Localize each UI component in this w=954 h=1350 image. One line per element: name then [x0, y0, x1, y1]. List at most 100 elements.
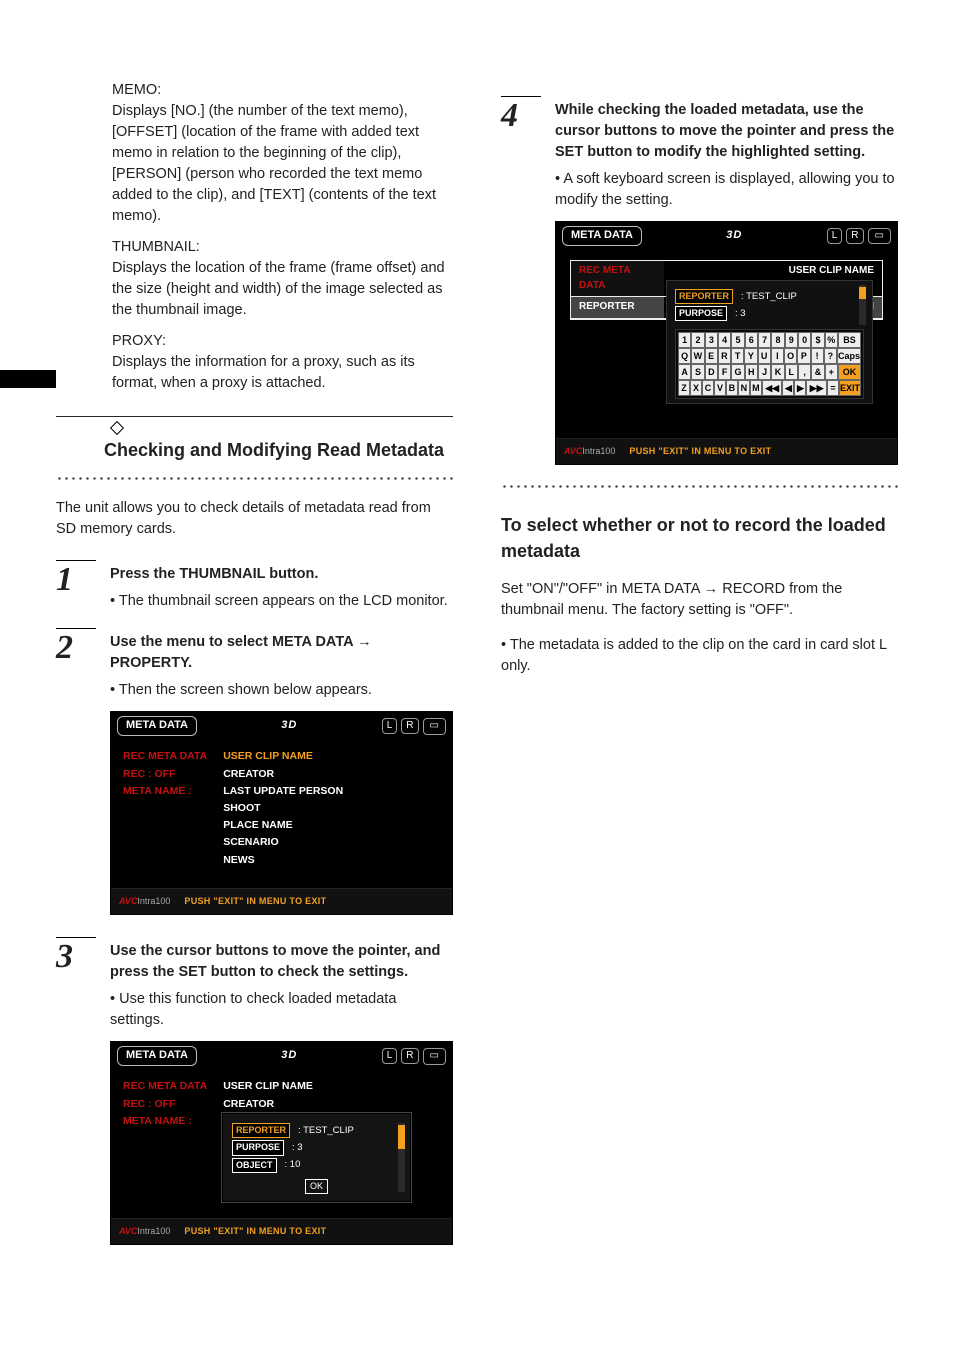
- kbd-purpose-field[interactable]: PURPOSE: [675, 306, 727, 321]
- kbd-key[interactable]: 7: [758, 332, 771, 348]
- kbd-key[interactable]: F: [718, 364, 731, 380]
- kbd-key[interactable]: K: [771, 364, 784, 380]
- footer-msg: PUSH "EXIT" IN MENU TO EXIT: [184, 895, 326, 908]
- kbd-key[interactable]: Q: [678, 348, 691, 364]
- pill-r: R: [846, 228, 863, 244]
- kbd-key[interactable]: T: [731, 348, 744, 364]
- kbd-key[interactable]: ▶: [794, 380, 806, 396]
- kbd-key[interactable]: 5: [731, 332, 744, 348]
- row-rec-off: REC : OFF: [121, 766, 221, 783]
- screen-title: META DATA: [117, 1046, 197, 1066]
- row-news: NEWS: [221, 852, 345, 869]
- kbd-key[interactable]: L: [785, 364, 798, 380]
- soft-keyboard-screen: META DATA 3D L R ▭ REC META DATA USER: [555, 221, 898, 465]
- kbd-key[interactable]: 4: [718, 332, 731, 348]
- kbd-key[interactable]: %: [825, 332, 838, 348]
- kbd-key[interactable]: 3: [705, 332, 718, 348]
- kbd-key[interactable]: D: [705, 364, 718, 380]
- screen-title: META DATA: [562, 226, 642, 246]
- kbd-key[interactable]: N: [738, 380, 750, 396]
- kbd-key[interactable]: B: [726, 380, 738, 396]
- memo-block: MEMO: Displays [NO.] (the number of the …: [56, 80, 453, 394]
- avcintra-logo: AVCIntra100: [119, 895, 170, 908]
- kbd-key[interactable]: OK: [838, 364, 861, 380]
- step-4-bullet: A soft keyboard screen is displayed, all…: [555, 169, 898, 211]
- kbd-key[interactable]: O: [784, 348, 797, 364]
- step-number: 3: [56, 940, 96, 974]
- kbd-key[interactable]: 2: [691, 332, 704, 348]
- kbd-key[interactable]: J: [758, 364, 771, 380]
- center-3d-icon: 3D: [726, 228, 742, 244]
- row-shoot: SHOOT: [221, 800, 345, 817]
- kbd-key[interactable]: ◀◀: [762, 380, 783, 396]
- section-intro: The unit allows you to check details of …: [56, 498, 453, 540]
- step-2: 2 Use the menu to select META DATAPROPER…: [56, 628, 453, 921]
- kbd-key[interactable]: 0: [798, 332, 811, 348]
- kbd-key[interactable]: Z: [678, 380, 690, 396]
- kbd-key[interactable]: G: [731, 364, 744, 380]
- pill-l: L: [827, 228, 843, 244]
- avcintra-logo: AVCIntra100: [119, 1225, 170, 1238]
- kbd-key[interactable]: Caps: [837, 348, 861, 364]
- kbd-key[interactable]: ?: [824, 348, 837, 364]
- kbd-key[interactable]: U: [758, 348, 771, 364]
- record-para-a: Set "ON"/"OFF" in META DATA: [501, 581, 700, 597]
- kbd-key[interactable]: $: [811, 332, 824, 348]
- kbd-key[interactable]: &: [811, 364, 824, 380]
- kbd-key[interactable]: BS: [838, 332, 861, 348]
- overlay-scrollbar[interactable]: [398, 1123, 405, 1192]
- kbd-key[interactable]: S: [691, 364, 704, 380]
- kbd-key[interactable]: +: [825, 364, 838, 380]
- kbd-key[interactable]: Y: [744, 348, 757, 364]
- kbd-reporter-field[interactable]: REPORTER: [675, 289, 733, 304]
- kbd-key[interactable]: !: [811, 348, 824, 364]
- thumbnail-text: Displays the location of the frame (fram…: [112, 258, 453, 321]
- kbd-key[interactable]: 8: [771, 332, 784, 348]
- kbd-key[interactable]: E: [705, 348, 718, 364]
- metadata-table: REC META DATAUSER CLIP NAME REC : OFFCRE…: [121, 748, 345, 869]
- pill-l: L: [382, 1048, 398, 1064]
- kbd-key[interactable]: P: [797, 348, 810, 364]
- divider: [56, 416, 453, 417]
- purpose-value: : 3: [292, 1141, 303, 1155]
- kbd-key[interactable]: 9: [785, 332, 798, 348]
- kbd-key[interactable]: X: [690, 380, 702, 396]
- left-column: MEMO: Displays [NO.] (the number of the …: [56, 80, 453, 1251]
- kbd-key[interactable]: ,: [798, 364, 811, 380]
- kbd-key[interactable]: V: [714, 380, 726, 396]
- metadata-screen-1: META DATA 3D L R ▭ REC META DATAUSER CLI…: [110, 711, 453, 915]
- object-field[interactable]: OBJECT: [232, 1158, 277, 1173]
- kbd-key[interactable]: A: [678, 364, 691, 380]
- purpose-field[interactable]: PURPOSE: [232, 1140, 284, 1155]
- battery-icon: ▭: [423, 1048, 446, 1065]
- kbd-key[interactable]: 1: [678, 332, 691, 348]
- kbd-key[interactable]: ◀: [782, 380, 794, 396]
- step-number: 1: [56, 563, 96, 597]
- kbd-key[interactable]: H: [745, 364, 758, 380]
- kbd-key[interactable]: ▶▶: [806, 380, 827, 396]
- step-2-title-b: PROPERTY.: [110, 655, 192, 671]
- memo-label: MEMO:: [112, 82, 161, 98]
- kbd-key[interactable]: M: [750, 380, 762, 396]
- reporter-field[interactable]: REPORTER: [232, 1123, 290, 1138]
- kbd-key[interactable]: C: [702, 380, 714, 396]
- kbd-key[interactable]: EXIT: [839, 380, 861, 396]
- soft-keyboard[interactable]: 1234567890$%BS QWERTYUIOP!?Caps ASDFGHJKL,…: [675, 329, 864, 399]
- kbd-key[interactable]: 6: [745, 332, 758, 348]
- step-2-bullet: Then the screen shown below appears.: [110, 680, 453, 701]
- thumbnail-label: THUMBNAIL:: [112, 237, 453, 258]
- kbd-key[interactable]: =: [827, 380, 839, 396]
- kbd-key[interactable]: W: [691, 348, 704, 364]
- ok-button[interactable]: OK: [305, 1179, 328, 1194]
- metadata-screen-2: META DATA 3D L R ▭ REC META DATAUSER CLI…: [110, 1041, 453, 1245]
- pill-l: L: [382, 718, 398, 734]
- kbd-key[interactable]: R: [718, 348, 731, 364]
- kbd-scrollbar[interactable]: [859, 285, 866, 325]
- row-rec-off: REC : OFF: [121, 1096, 221, 1113]
- record-bullet: The metadata is added to the clip on the…: [501, 635, 898, 677]
- kbd-key[interactable]: I: [771, 348, 784, 364]
- row-rec-meta: REC META DATA: [121, 748, 221, 765]
- row-meta-name: META NAME :: [121, 783, 221, 800]
- footer-msg: PUSH "EXIT" IN MENU TO EXIT: [184, 1225, 326, 1238]
- center-3d-icon: 3D: [281, 718, 297, 734]
